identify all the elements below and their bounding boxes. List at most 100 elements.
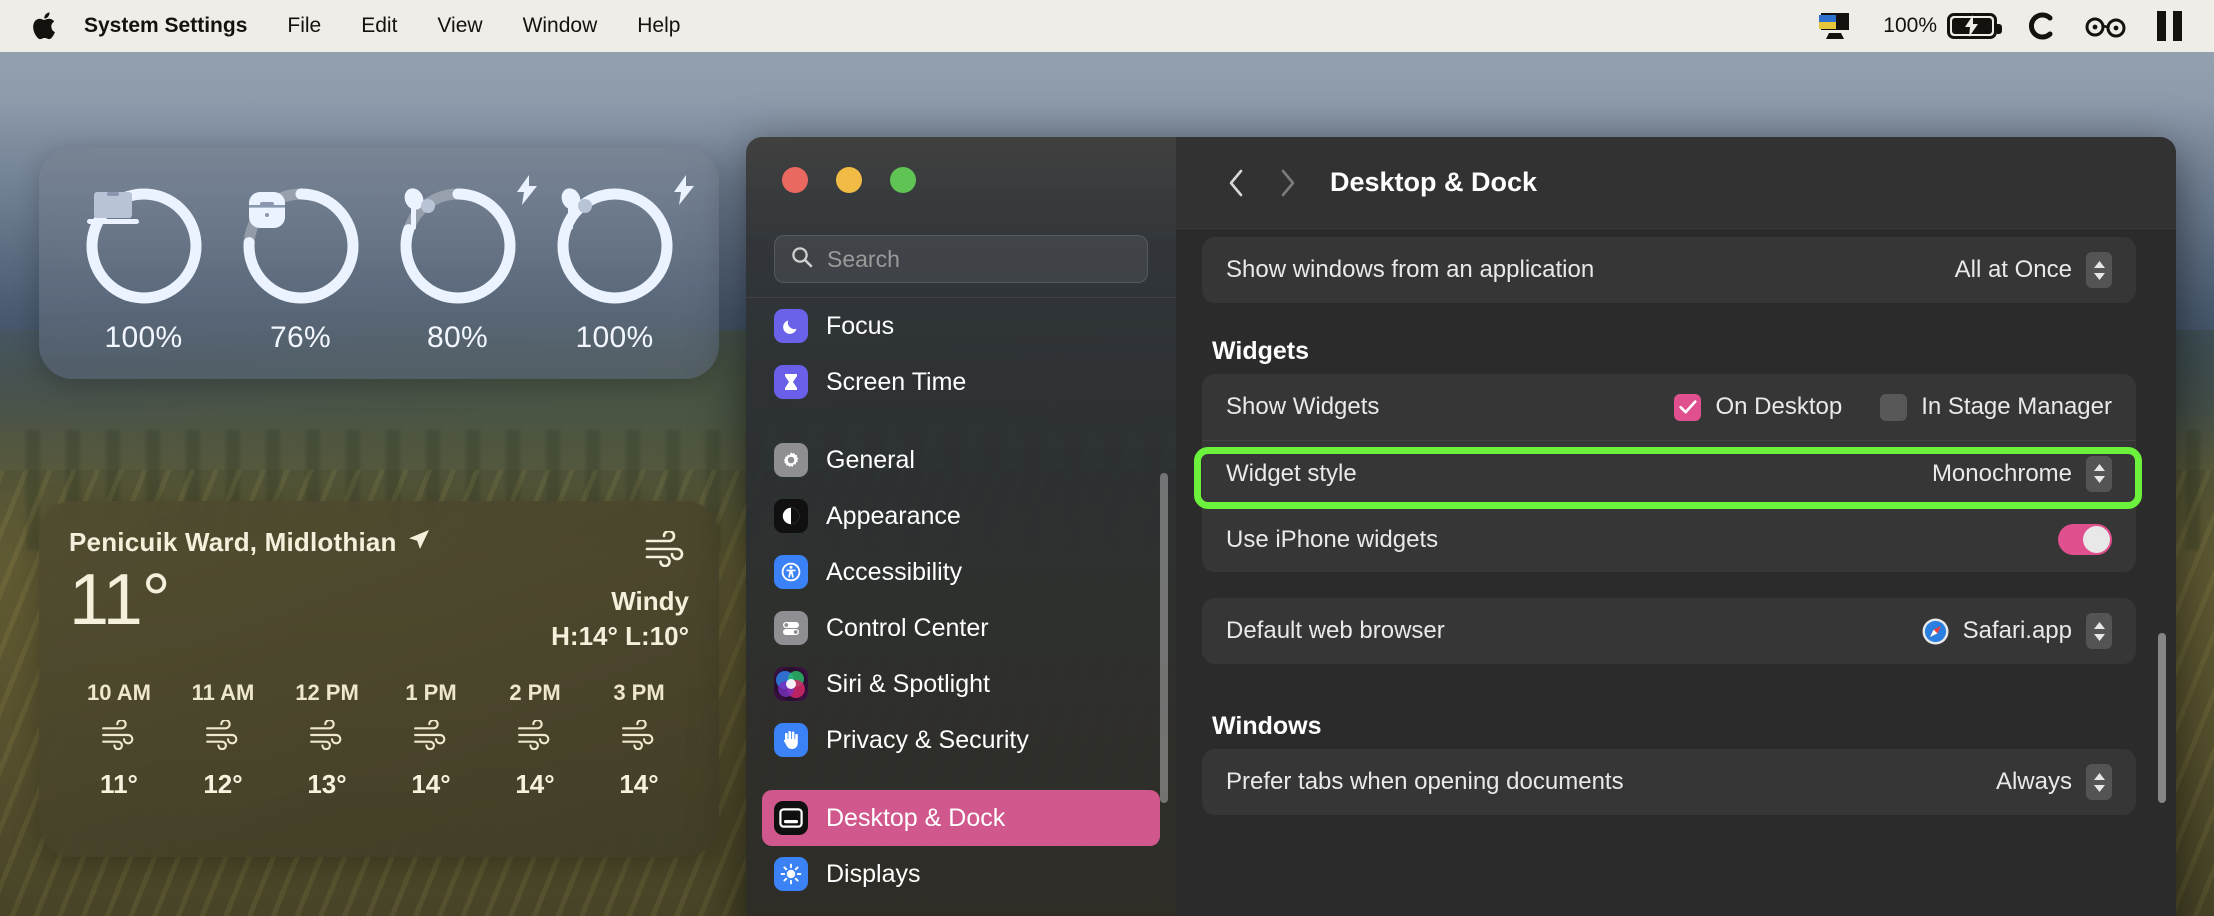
close-button[interactable] bbox=[782, 167, 808, 193]
checkbox-on-desktop[interactable]: On Desktop bbox=[1674, 393, 1842, 421]
battery-item-airpods-case[interactable]: 76% bbox=[231, 185, 371, 355]
battery-percent: 100% bbox=[104, 321, 183, 354]
menu-item-view[interactable]: View bbox=[417, 0, 502, 52]
sidebar-item-siri-spotlight[interactable]: Siri & Spotlight bbox=[762, 656, 1160, 712]
battery-ring bbox=[397, 175, 537, 307]
battery-percent-label: 100% bbox=[1883, 14, 1937, 37]
forecast-hour-label: 11 AM bbox=[191, 680, 255, 705]
row-show-windows-from-application[interactable]: Show windows from an application All at … bbox=[1202, 237, 2136, 303]
sidebar-item-label: Control Center bbox=[826, 613, 989, 642]
sidebar-item-desktop-dock[interactable]: Desktop & Dock bbox=[762, 790, 1160, 846]
menu-item-system-settings[interactable]: System Settings bbox=[78, 0, 267, 52]
zoom-button[interactable] bbox=[890, 167, 916, 193]
menu-item-edit[interactable]: Edit bbox=[341, 0, 417, 52]
sidebar-item-label: Screen Time bbox=[826, 367, 967, 396]
row-label: Show windows from an application bbox=[1226, 256, 1595, 283]
sidebar-scrollbar[interactable] bbox=[1160, 473, 1168, 803]
glasses-icon[interactable] bbox=[2083, 14, 2129, 38]
weather-temperature: 11° bbox=[69, 560, 171, 640]
row-default-web-browser[interactable]: Default web browser Safari.app bbox=[1202, 598, 2136, 664]
pause-icon[interactable] bbox=[2157, 11, 2182, 41]
menu-item-file[interactable]: File bbox=[267, 0, 341, 52]
row-use-iphone-widgets[interactable]: Use iPhone widgets bbox=[1202, 506, 2136, 572]
stepper-updown-icon[interactable] bbox=[2086, 764, 2112, 800]
menu-item-help[interactable]: Help bbox=[617, 0, 700, 52]
laptop-icon bbox=[83, 185, 205, 307]
minimize-button[interactable] bbox=[836, 167, 862, 193]
sidebar-divider-gap bbox=[746, 410, 1176, 432]
section-title-windows: Windows bbox=[1212, 712, 1322, 740]
checkbox-unchecked-icon[interactable] bbox=[1880, 393, 1908, 421]
sidebar-item-general[interactable]: General bbox=[762, 432, 1160, 488]
section-title-widgets: Widgets bbox=[1212, 337, 1309, 365]
sidebar-item-displays[interactable]: Displays bbox=[762, 846, 1160, 902]
default-browser-card: Default web browser Safari.app bbox=[1202, 598, 2136, 664]
brightness-icon bbox=[774, 857, 808, 891]
chevron-right-icon[interactable] bbox=[1262, 157, 1314, 209]
battery-item-macbook[interactable]: 100% bbox=[74, 185, 214, 355]
sidebar-item-focus[interactable]: Focus bbox=[762, 298, 1160, 354]
ukraine-flag-display-icon[interactable] bbox=[1815, 9, 1855, 43]
forecast-hour-label: 10 AM bbox=[87, 680, 151, 705]
sidebar-item-screen-time[interactable]: Screen Time bbox=[762, 354, 1160, 410]
battery-status[interactable]: 100% bbox=[1883, 13, 2002, 39]
sidebar-item-accessibility[interactable]: Accessibility bbox=[762, 544, 1160, 600]
forecast-hour-temp: 12° bbox=[203, 769, 243, 799]
sidebar-item-control-center[interactable]: Control Center bbox=[762, 600, 1160, 656]
sidebar-item-privacy-security[interactable]: Privacy & Security bbox=[762, 712, 1160, 768]
stepper-updown-icon[interactable] bbox=[2086, 252, 2112, 288]
weather-condition-label: Windy bbox=[611, 586, 689, 616]
forecast-hour: 2 PM 14° bbox=[489, 680, 581, 800]
airpods-case-icon bbox=[240, 185, 362, 307]
row-label: Widget style bbox=[1226, 459, 1357, 487]
sidebar-divider-gap bbox=[746, 768, 1176, 790]
toggle-use-iphone-widgets[interactable] bbox=[2058, 524, 2112, 555]
row-show-widgets[interactable]: Show Widgets On Desktop In Stage Manager bbox=[1202, 374, 2136, 440]
forecast-hour-label: 2 PM bbox=[509, 680, 561, 705]
main-scrollbar[interactable] bbox=[2158, 633, 2166, 803]
safari-icon bbox=[1922, 618, 1949, 645]
desktop-dock-icon bbox=[774, 801, 808, 835]
window-controls bbox=[746, 137, 1176, 193]
sidebar: Search Focus Screen Time General Appeara… bbox=[746, 137, 1176, 916]
sidebar-item-label: Focus bbox=[826, 311, 895, 340]
row-control[interactable]: Always bbox=[1996, 764, 2112, 800]
row-control[interactable]: Monochrome bbox=[1931, 455, 2112, 492]
battery-widget[interactable]: 100% 76% 80% 100% bbox=[39, 147, 719, 379]
sidebar-item-label: Displays bbox=[826, 859, 921, 888]
weather-widget[interactable]: Penicuik Ward, Midlothian 11° Windy H:14… bbox=[39, 501, 719, 857]
battery-percent: 80% bbox=[427, 321, 488, 354]
stepper-updown-icon[interactable] bbox=[2086, 613, 2112, 649]
checkbox-in-stage-manager[interactable]: In Stage Manager bbox=[1880, 393, 2112, 421]
row-control[interactable]: Safari.app bbox=[1922, 613, 2112, 649]
row-control[interactable]: All at Once bbox=[1955, 252, 2112, 288]
battery-item-airpod-left[interactable]: 80% bbox=[388, 175, 537, 355]
forecast-hour: 10 AM 11° bbox=[73, 680, 165, 800]
chevron-left-icon[interactable] bbox=[1210, 157, 1262, 209]
row-widget-style[interactable]: Widget style Monochrome bbox=[1202, 440, 2136, 506]
main-header: Desktop & Dock bbox=[1176, 137, 2176, 229]
battery-ring bbox=[83, 185, 205, 307]
hourglass-icon bbox=[774, 365, 808, 399]
row-value: Monochrome bbox=[1931, 459, 2072, 487]
menu-bar: System Settings File Edit View Window He… bbox=[0, 0, 2214, 52]
battery-percent: 100% bbox=[575, 321, 654, 354]
checkbox-checked-icon[interactable] bbox=[1674, 393, 1702, 421]
stepper-updown-icon[interactable] bbox=[2086, 455, 2112, 492]
sidebar-item-appearance[interactable]: Appearance bbox=[762, 488, 1160, 544]
siri-orb-icon bbox=[774, 667, 808, 701]
airpod-icon bbox=[554, 185, 676, 307]
search-input[interactable]: Search bbox=[774, 235, 1148, 283]
battery-percent: 76% bbox=[270, 321, 331, 354]
forecast-hour-temp: 14° bbox=[515, 769, 555, 799]
wind-icon bbox=[643, 529, 689, 572]
weather-header: Penicuik Ward, Midlothian 11° Windy H:14… bbox=[69, 527, 689, 652]
weather-location-row: Penicuik Ward, Midlothian bbox=[69, 527, 431, 558]
menu-item-window[interactable]: Window bbox=[503, 0, 618, 52]
letter-c-icon[interactable] bbox=[2025, 10, 2055, 42]
menu-bar-left: System Settings File Edit View Window He… bbox=[26, 0, 700, 52]
row-prefer-tabs[interactable]: Prefer tabs when opening documents Alway… bbox=[1202, 749, 2136, 815]
battery-item-airpod-right[interactable]: 100% bbox=[545, 175, 694, 355]
apple-logo-icon[interactable] bbox=[26, 0, 66, 52]
forecast-hour: 11 AM 12° bbox=[177, 680, 269, 800]
